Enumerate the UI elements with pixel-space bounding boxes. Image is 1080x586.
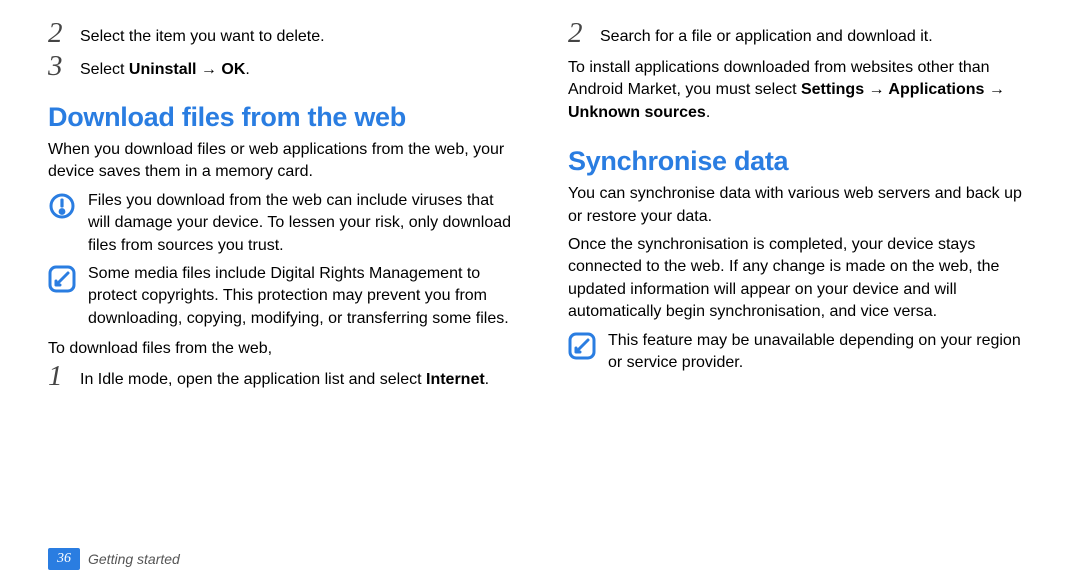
text-prefix: Select — [80, 61, 129, 78]
heading-synchronise-data: Synchronise data — [568, 146, 1032, 177]
info-note: This feature may be unavailable dependin… — [568, 330, 1032, 375]
text-suffix: . — [706, 104, 710, 121]
text-suffix: . — [245, 61, 249, 78]
paragraph: To download files from the web, — [48, 338, 512, 360]
page-footer: 36 Getting started — [48, 548, 180, 570]
step-2-search-download: 2 Search for a file or application and d… — [568, 24, 1032, 53]
step-number: 3 — [48, 52, 66, 81]
info-icon — [48, 265, 76, 293]
bold-text: Uninstall → OK — [129, 61, 245, 78]
right-column: 2 Search for a file or application and d… — [568, 24, 1032, 400]
step-3-uninstall: 3 Select Uninstall → OK. — [48, 57, 512, 86]
step-text: Select Uninstall → OK. — [80, 57, 250, 81]
step-number: 2 — [48, 19, 66, 48]
step-number: 1 — [48, 362, 66, 391]
page-number: 36 — [48, 548, 80, 570]
paragraph: Once the synchronisation is completed, y… — [568, 234, 1032, 324]
page-columns: 2 Select the item you want to delete. 3 … — [48, 24, 1032, 400]
info-text: This feature may be unavailable dependin… — [608, 330, 1032, 375]
footer-section-label: Getting started — [88, 551, 180, 567]
step-number: 2 — [568, 19, 586, 48]
step-text: Select the item you want to delete. — [80, 24, 325, 48]
info-icon — [568, 332, 596, 360]
step-text: Search for a file or application and dow… — [600, 24, 933, 48]
paragraph: To install applications downloaded from … — [568, 57, 1032, 124]
warning-text: Files you download from the web can incl… — [88, 190, 512, 257]
step-2-delete-item: 2 Select the item you want to delete. — [48, 24, 512, 53]
step-1-internet: 1 In Idle mode, open the application lis… — [48, 367, 512, 396]
heading-download-files: Download files from the web — [48, 102, 512, 133]
text-prefix: In Idle mode, open the application list … — [80, 371, 426, 388]
info-text: Some media files include Digital Rights … — [88, 263, 512, 330]
left-column: 2 Select the item you want to delete. 3 … — [48, 24, 512, 400]
text-suffix: . — [485, 371, 489, 388]
paragraph: When you download files or web applicati… — [48, 139, 512, 184]
warning-icon — [48, 192, 76, 220]
warning-note: Files you download from the web can incl… — [48, 190, 512, 257]
step-text: In Idle mode, open the application list … — [80, 367, 489, 391]
bold-text: Internet — [426, 371, 485, 388]
info-note: Some media files include Digital Rights … — [48, 263, 512, 330]
paragraph: You can synchronise data with various we… — [568, 183, 1032, 228]
